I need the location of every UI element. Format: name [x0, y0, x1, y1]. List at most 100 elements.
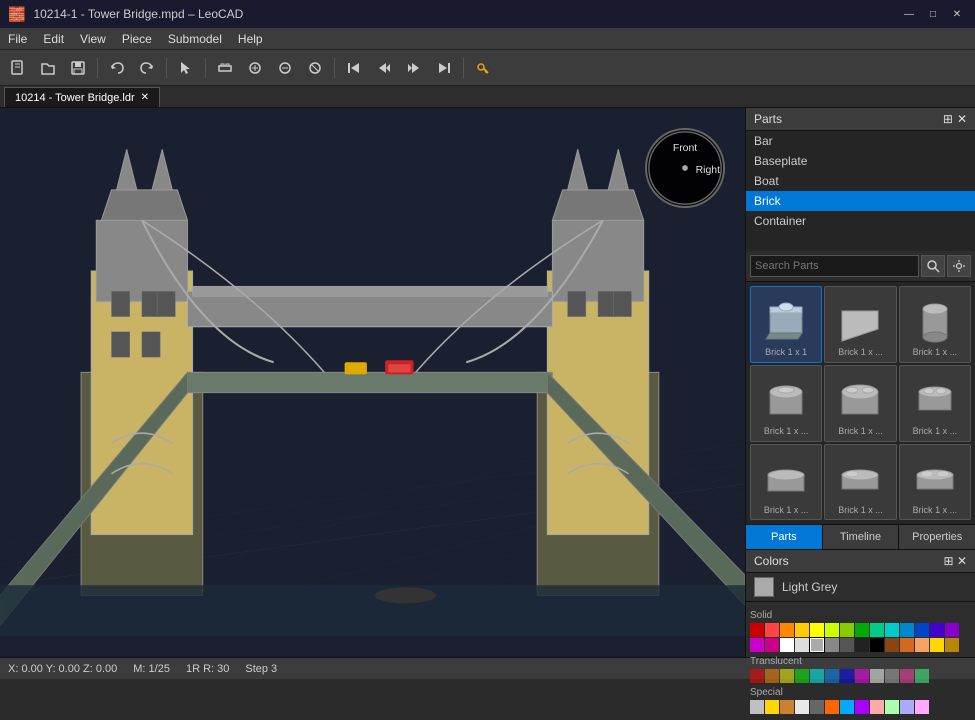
first-step-button[interactable] — [340, 54, 368, 82]
color-cell[interactable] — [855, 669, 869, 683]
color-cell[interactable] — [840, 700, 854, 714]
color-cell[interactable] — [825, 623, 839, 637]
color-cell[interactable] — [870, 638, 884, 652]
parts-panel-tile-button[interactable]: ⊞ — [943, 112, 953, 126]
color-cell[interactable] — [765, 623, 779, 637]
color-cell[interactable] — [855, 623, 869, 637]
last-step-button[interactable] — [430, 54, 458, 82]
parts-grid[interactable]: Brick 1 x 1 Brick 1 x ... — [746, 282, 975, 524]
color-cell[interactable] — [915, 669, 929, 683]
key-button[interactable] — [469, 54, 497, 82]
tab-timeline[interactable]: Timeline — [823, 525, 900, 549]
viewport-tab[interactable]: 10214 - Tower Bridge.ldr ✕ — [4, 87, 160, 107]
menu-help[interactable]: Help — [230, 28, 271, 49]
part-item-2[interactable]: Brick 1 x ... — [899, 286, 971, 363]
color-cell[interactable] — [870, 669, 884, 683]
color-cell[interactable] — [780, 638, 794, 652]
new-button[interactable] — [4, 54, 32, 82]
tab-parts[interactable]: Parts — [746, 525, 823, 549]
color-cell[interactable] — [795, 700, 809, 714]
color-cell[interactable] — [840, 669, 854, 683]
color-cell[interactable] — [900, 669, 914, 683]
tab-properties[interactable]: Properties — [899, 525, 975, 549]
menu-edit[interactable]: Edit — [35, 28, 72, 49]
color-cell[interactable] — [840, 623, 854, 637]
part-item-1[interactable]: Brick 1 x ... — [824, 286, 896, 363]
color-cell[interactable] — [825, 669, 839, 683]
next-step-button[interactable] — [400, 54, 428, 82]
current-color-display[interactable]: Light Grey — [746, 573, 975, 602]
category-brick[interactable]: Brick — [746, 191, 975, 211]
tab-close-icon[interactable]: ✕ — [141, 92, 149, 103]
viewport[interactable]: Front Right — [0, 108, 745, 657]
color-cell[interactable] — [810, 669, 824, 683]
color-cell[interactable] — [780, 623, 794, 637]
color-cell[interactable] — [870, 700, 884, 714]
part-item-5[interactable]: Brick 1 x ... — [899, 365, 971, 442]
color-cell[interactable] — [930, 623, 944, 637]
maximize-button[interactable]: □ — [923, 4, 943, 24]
save-button[interactable] — [64, 54, 92, 82]
colors-panel-tile-button[interactable]: ⊞ — [944, 554, 954, 568]
color-cell[interactable] — [765, 638, 779, 652]
tool4-button[interactable] — [301, 54, 329, 82]
part-item-3[interactable]: Brick 1 x ... — [750, 365, 822, 442]
close-button[interactable]: ✕ — [947, 4, 967, 24]
tool2-button[interactable] — [241, 54, 269, 82]
color-cell[interactable] — [795, 669, 809, 683]
category-container[interactable]: Container — [746, 211, 975, 231]
prev-step-button[interactable] — [370, 54, 398, 82]
color-cell[interactable] — [855, 700, 869, 714]
color-cell[interactable] — [810, 700, 824, 714]
menu-piece[interactable]: Piece — [114, 28, 160, 49]
parts-search-button[interactable] — [921, 255, 945, 277]
part-item-6[interactable]: Brick 1 x ... — [750, 444, 822, 521]
color-cell[interactable] — [900, 638, 914, 652]
color-cell[interactable] — [750, 623, 764, 637]
color-cell[interactable] — [915, 700, 929, 714]
minimize-button[interactable]: — — [899, 4, 919, 24]
parts-search-input[interactable] — [750, 255, 919, 277]
color-cell[interactable] — [795, 638, 809, 652]
menu-file[interactable]: File — [0, 28, 35, 49]
part-item-7[interactable]: Brick 1 x ... — [824, 444, 896, 521]
category-bar[interactable]: Bar — [746, 131, 975, 151]
color-cell[interactable] — [885, 669, 899, 683]
tool3-button[interactable] — [271, 54, 299, 82]
color-cell[interactable] — [945, 638, 959, 652]
color-cell[interactable] — [885, 623, 899, 637]
color-cell[interactable] — [780, 700, 794, 714]
color-cell[interactable] — [915, 638, 929, 652]
color-cell[interactable] — [765, 700, 779, 714]
color-cell[interactable] — [795, 623, 809, 637]
color-cell[interactable] — [750, 700, 764, 714]
part-item-4[interactable]: Brick 1 x ... — [824, 365, 896, 442]
color-cell[interactable] — [930, 638, 944, 652]
color-cell[interactable] — [825, 638, 839, 652]
category-boat[interactable]: Boat — [746, 171, 975, 191]
color-cell[interactable] — [885, 700, 899, 714]
color-cell[interactable] — [945, 623, 959, 637]
part-item-0[interactable]: Brick 1 x 1 — [750, 286, 822, 363]
menu-view[interactable]: View — [72, 28, 114, 49]
open-button[interactable] — [34, 54, 62, 82]
color-cell[interactable] — [840, 638, 854, 652]
part-item-8[interactable]: Brick 1 x ... — [899, 444, 971, 521]
tool1-button[interactable] — [211, 54, 239, 82]
color-cell[interactable] — [870, 623, 884, 637]
color-cell[interactable] — [885, 638, 899, 652]
redo-button[interactable] — [133, 54, 161, 82]
category-baseplate[interactable]: Baseplate — [746, 151, 975, 171]
parts-panel-close-button[interactable]: ✕ — [957, 112, 967, 126]
color-cell[interactable] — [750, 638, 764, 652]
undo-button[interactable] — [103, 54, 131, 82]
parts-settings-button[interactable] — [947, 255, 971, 277]
menu-submodel[interactable]: Submodel — [160, 28, 230, 49]
color-cell[interactable] — [810, 623, 824, 637]
color-cell[interactable] — [915, 623, 929, 637]
parts-categories-list[interactable]: Bar Baseplate Boat Brick Container — [746, 131, 975, 251]
color-cell[interactable] — [900, 623, 914, 637]
color-cell[interactable] — [855, 638, 869, 652]
color-cell[interactable] — [810, 638, 824, 652]
select-tool-button[interactable] — [172, 54, 200, 82]
